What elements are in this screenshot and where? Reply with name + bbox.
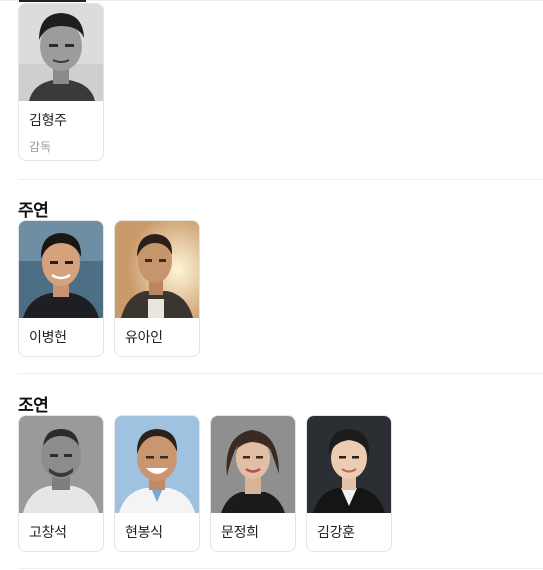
actor-portrait-icon [211, 416, 295, 513]
actor-portrait-icon [115, 221, 199, 318]
person-name: 이병헌 [29, 330, 67, 346]
section-title-supporting: 조연 [18, 396, 49, 416]
person-name: 현봉식 [125, 525, 163, 541]
person-card[interactable]: 고창석 [18, 415, 104, 552]
active-tab-indicator [19, 0, 86, 2]
actor-portrait-icon [19, 416, 103, 513]
person-card-director[interactable]: 김형주 감독 [18, 3, 104, 161]
person-name: 김강훈 [317, 525, 355, 541]
person-card[interactable]: 김강훈 [306, 415, 392, 552]
section-title-lead: 주연 [18, 201, 49, 221]
actor-portrait-icon [307, 416, 391, 513]
section-divider [18, 373, 543, 374]
person-name: 문정희 [221, 525, 259, 541]
person-card[interactable]: 문정희 [210, 415, 296, 552]
person-card[interactable]: 유아인 [114, 220, 200, 357]
section-divider [18, 179, 543, 180]
person-card[interactable]: 이병헌 [18, 220, 104, 357]
actor-portrait-icon [115, 416, 199, 513]
person-name: 김형주 [29, 113, 67, 129]
person-card[interactable]: 현봉식 [114, 415, 200, 552]
person-role: 감독 [29, 140, 52, 154]
section-divider [18, 568, 543, 569]
director-portrait-icon [19, 4, 103, 101]
actor-portrait-icon [19, 221, 103, 318]
person-name: 유아인 [125, 330, 163, 346]
person-name: 고창석 [29, 525, 67, 541]
